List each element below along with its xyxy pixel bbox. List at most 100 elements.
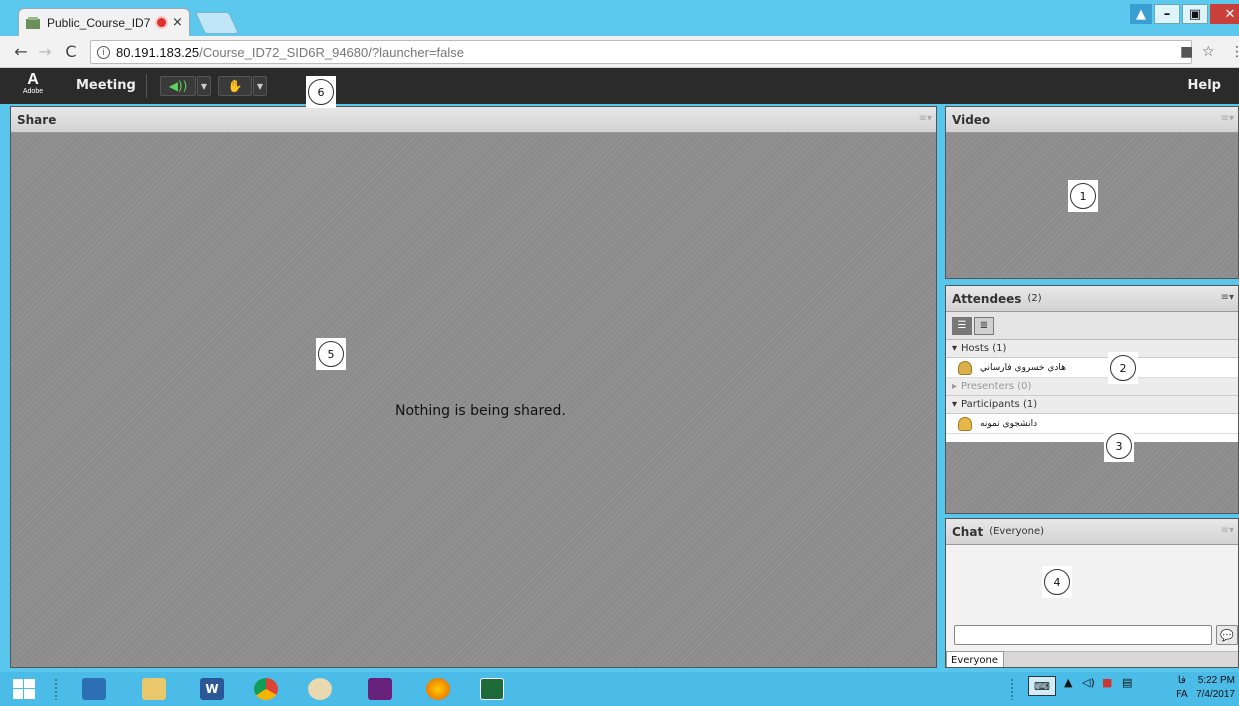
chat-pod: Chat (Everyone) ≡▾ 💬 Everyone xyxy=(945,518,1239,668)
chat-message-input[interactable] xyxy=(954,625,1212,645)
network-status-icon[interactable]: ■ xyxy=(1102,676,1112,689)
new-tab-button[interactable] xyxy=(194,12,240,34)
callout-1: 1 xyxy=(1068,180,1098,212)
callout-3: 3 xyxy=(1104,430,1134,462)
close-window-button[interactable]: ✕ xyxy=(1210,4,1239,24)
taskbar-app-network[interactable] xyxy=(76,675,112,703)
pod-options-icon[interactable]: ≡▾ xyxy=(1221,113,1234,124)
windows-taskbar: W ⌨ ▲ ◁) ■ ▤ فا FA 5:22 PM 7/4/2017 xyxy=(0,672,1239,706)
url-path: /Course_ID72_SID6R_94680/?launcher=false xyxy=(199,44,465,60)
taskbar-grip xyxy=(54,678,58,700)
host-user-icon xyxy=(958,360,972,375)
expand-triangle-icon: ▾ xyxy=(952,343,958,354)
minimize-button[interactable]: – xyxy=(1154,4,1180,24)
chat-tab-everyone[interactable]: Everyone xyxy=(946,651,1004,667)
keyboard-icon[interactable]: ⌨ xyxy=(1028,676,1056,696)
list-view-icon[interactable]: ☰ xyxy=(952,316,972,335)
visual-studio-icon xyxy=(368,678,392,700)
system-clock[interactable]: 5:22 PM 7/4/2017 xyxy=(1196,674,1235,702)
taskbar-app-word[interactable]: W xyxy=(194,675,230,703)
window-controls: ▲ – ▣ ✕ xyxy=(1130,4,1239,26)
network-app-icon xyxy=(82,678,106,700)
word-icon: W xyxy=(200,678,224,700)
bookmark-star-icon[interactable]: ☆ xyxy=(1202,44,1215,60)
taskbar-app-paint[interactable] xyxy=(302,675,338,703)
taskbar-app-firefox[interactable] xyxy=(420,675,456,703)
taskbar-app-adobe-connect[interactable] xyxy=(474,675,510,703)
tray-expand-icon[interactable]: ▲ xyxy=(1064,676,1072,689)
tab-close-button[interactable]: × xyxy=(172,15,183,30)
attendee-row[interactable]: هادي خسروي فارساني xyxy=(946,358,1238,378)
taskbar-app-visual-studio[interactable] xyxy=(362,675,398,703)
group-presenters[interactable]: ▸ Presenters (0) xyxy=(946,378,1238,396)
video-pod-title: Video xyxy=(952,112,991,127)
share-empty-message: Nothing is being shared. xyxy=(395,403,566,419)
restore-button[interactable]: ▣ xyxy=(1182,4,1208,24)
attendees-pod-title: Attendees xyxy=(952,291,1022,306)
participant-user-icon xyxy=(958,416,972,431)
pod-options-icon[interactable]: ≡▾ xyxy=(1221,292,1234,303)
taskbar-app-chrome[interactable] xyxy=(248,675,284,703)
attendees-pod-header: Attendees (2) ≡▾ xyxy=(946,286,1238,312)
speaker-dropdown-button[interactable]: ▼ xyxy=(197,76,211,96)
attendees-empty-area xyxy=(946,442,1238,513)
start-button[interactable] xyxy=(6,675,42,703)
browser-tab[interactable]: Public_Course_ID72_S × xyxy=(18,8,190,36)
meeting-appbar: A Adobe Meeting ◀)) ▼ ✋ ▼ Help xyxy=(0,68,1239,104)
chat-pod-header: Chat (Everyone) ≡▾ xyxy=(946,519,1238,545)
browser-tabstrip: Public_Course_ID72_S × ▲ – ▣ ✕ xyxy=(0,0,1239,36)
camera-icon[interactable]: ■ xyxy=(1180,44,1193,60)
pod-options-icon[interactable]: ≡▾ xyxy=(1221,525,1234,536)
paint-palette-icon xyxy=(308,678,332,700)
raise-hand-icon: ✋ xyxy=(227,79,243,93)
chrome-icon xyxy=(254,678,278,700)
share-pod: Share ≡▾ Nothing is being shared. xyxy=(10,106,937,668)
group-participants[interactable]: ▾ Participants (1) xyxy=(946,396,1238,414)
volume-icon[interactable]: ◁) xyxy=(1082,676,1095,689)
help-menu[interactable]: Help xyxy=(1188,78,1221,93)
forward-arrow-icon[interactable]: → xyxy=(34,42,56,61)
attendee-name: هادي خسروي فارساني xyxy=(980,362,1066,373)
pod-options-icon[interactable]: ≡▾ xyxy=(919,113,932,124)
profile-icon[interactable]: ▲ xyxy=(1130,4,1152,24)
expand-triangle-icon: ▾ xyxy=(952,399,958,410)
group-hosts[interactable]: ▾ Hosts (1) xyxy=(946,340,1238,358)
windows-logo-icon xyxy=(13,679,35,699)
status-dropdown-button[interactable]: ▼ xyxy=(253,76,267,96)
callout-6: 6 xyxy=(306,76,336,108)
callout-5: 5 xyxy=(316,338,346,370)
share-content-area: Nothing is being shared. xyxy=(11,133,936,667)
video-pod-header: Video ≡▾ xyxy=(946,107,1238,133)
adobe-connect-favicon-icon xyxy=(26,16,40,29)
raise-hand-button[interactable]: ✋ xyxy=(218,76,252,96)
attendee-name: دانشجوی نمونه xyxy=(980,418,1038,429)
attendee-count: (2) xyxy=(1027,293,1042,304)
attendees-pod: Attendees (2) ≡▾ ☰ ≣ ▾ Hosts (1) هادي خس… xyxy=(945,285,1239,514)
collapse-triangle-icon: ▸ xyxy=(952,381,958,392)
recording-dot-icon xyxy=(157,18,166,27)
attendees-view-toolbar: ☰ ≣ xyxy=(946,312,1238,340)
callout-2: 2 xyxy=(1108,352,1138,384)
taskbar-grip xyxy=(1010,678,1014,700)
reload-icon[interactable]: C xyxy=(60,42,82,61)
status-view-icon[interactable]: ≣ xyxy=(974,316,994,335)
browser-menu-icon[interactable]: ⋮ xyxy=(1230,44,1239,60)
url-input[interactable]: i 80.191.183.25 /Course_ID72_SID6R_94680… xyxy=(90,40,1192,64)
site-info-icon[interactable]: i xyxy=(97,45,110,59)
meeting-menu[interactable]: Meeting xyxy=(76,78,136,93)
back-arrow-icon[interactable]: ← xyxy=(10,42,32,61)
connect-app-icon xyxy=(480,678,504,700)
action-center-icon[interactable]: ▤ xyxy=(1122,676,1132,689)
share-pod-title: Share xyxy=(17,112,57,127)
speech-bubble-icon: 💬 xyxy=(1220,628,1234,642)
chat-send-button[interactable]: 💬 xyxy=(1216,625,1238,645)
attendee-row[interactable]: دانشجوی نمونه xyxy=(946,414,1238,434)
share-pod-header: Share ≡▾ xyxy=(11,107,936,133)
tab-title: Public_Course_ID72_S xyxy=(47,15,151,30)
chat-scope: (Everyone) xyxy=(989,526,1045,537)
speaker-button[interactable]: ◀)) xyxy=(160,76,196,96)
address-bar: ← → C i 80.191.183.25 /Course_ID72_SID6R… xyxy=(0,36,1239,68)
taskbar-app-explorer[interactable] xyxy=(136,675,172,703)
clock-date: 7/4/2017 xyxy=(1196,689,1235,700)
language-indicator[interactable]: فا FA xyxy=(1176,674,1188,702)
